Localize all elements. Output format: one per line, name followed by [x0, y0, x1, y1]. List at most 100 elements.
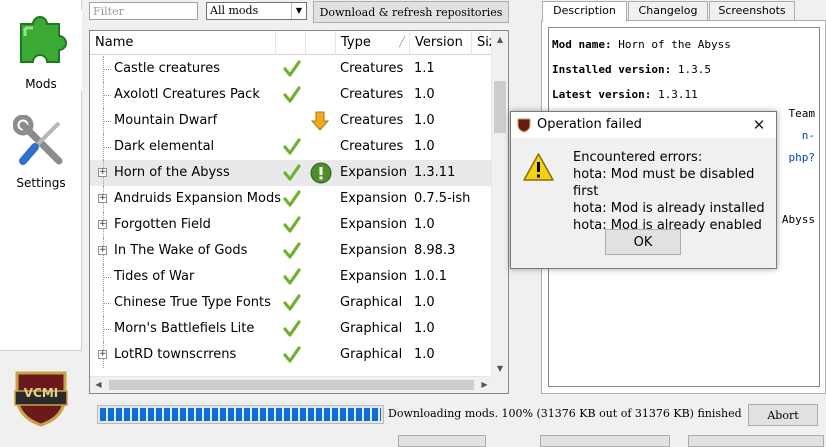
abort-button[interactable]: Abort: [748, 404, 818, 426]
mod-enabled-cell[interactable]: [282, 186, 308, 212]
mod-type: Graphical: [340, 295, 403, 310]
mod-enabled-cell[interactable]: [282, 290, 308, 316]
bottom-action-button[interactable]: [540, 435, 670, 447]
close-icon[interactable]: ✕: [748, 114, 770, 136]
table-row[interactable]: + Forgotten Field Expansion 1.0: [90, 212, 493, 238]
table-row[interactable]: + LotRD townscrrens Graphical 1.0: [90, 342, 493, 368]
column-header-type-label: Type: [341, 35, 371, 50]
mod-enabled-cell[interactable]: [282, 238, 308, 264]
scroll-up-icon[interactable]: ▲: [492, 31, 508, 48]
check-icon: [283, 164, 301, 181]
mod-enabled-cell[interactable]: [282, 316, 308, 342]
description-link-fragment[interactable]: n-: [782, 125, 815, 147]
mod-type-selected: All mods: [210, 4, 259, 17]
mod-enabled-cell[interactable]: [282, 108, 308, 134]
column-header-type[interactable]: Type ╱: [336, 31, 410, 55]
mod-status-cell: [310, 186, 336, 212]
ok-button[interactable]: OK: [605, 229, 681, 255]
scroll-left-icon[interactable]: ◀: [90, 377, 107, 393]
expand-plus-icon[interactable]: +: [98, 350, 107, 359]
mod-enabled-cell[interactable]: [282, 56, 308, 82]
vcmi-logo: VCMI: [0, 350, 82, 444]
table-row[interactable]: Dark elemental Creatures 1.0: [90, 134, 493, 160]
dialog-message-line: Encountered errors:: [573, 150, 703, 165]
column-header-enabled[interactable]: [276, 31, 306, 55]
vertical-scrollbar[interactable]: ▲ ▼: [491, 31, 508, 377]
wrench-screwdriver-icon: [12, 114, 63, 165]
mod-status-cell: [310, 82, 336, 108]
list-header: Name Type ╱ Version Siz: [90, 31, 493, 55]
mod-type-select[interactable]: All mods ▼: [206, 2, 307, 20]
logo-text: VCMI: [23, 386, 59, 400]
chevron-down-icon[interactable]: ▼: [291, 3, 306, 19]
bottom-action-button[interactable]: [398, 435, 486, 447]
filter-input[interactable]: [89, 2, 198, 20]
mod-status-cell: [310, 134, 336, 160]
mod-version: 1.3.11: [414, 165, 456, 180]
expand-plus-icon[interactable]: +: [98, 246, 107, 255]
sidebar-item-settings[interactable]: Settings: [0, 114, 82, 190]
tab-screenshots[interactable]: Screenshots: [709, 1, 795, 21]
check-icon: [283, 190, 301, 207]
check-icon: [283, 346, 301, 363]
mod-enabled-cell[interactable]: [282, 134, 308, 160]
table-row[interactable]: + Andruids Expansion Mods Expansion 0.7.5-i…: [90, 186, 493, 212]
check-icon: [283, 242, 301, 259]
mod-version: 1.0: [414, 87, 435, 102]
table-row[interactable]: Morn's Battlefiels Lite Graphical 1.0: [90, 316, 493, 342]
mod-type: Graphical: [340, 347, 403, 362]
expand-plus-icon[interactable]: +: [98, 220, 107, 229]
tab-changelog[interactable]: Changelog: [628, 1, 708, 21]
column-header-size[interactable]: Siz: [472, 31, 493, 55]
expand-plus-icon[interactable]: +: [98, 168, 107, 177]
mod-enabled-cell[interactable]: [282, 342, 308, 368]
mod-version: 1.0: [414, 295, 435, 310]
sidebar-item-mods[interactable]: Mods: [0, 10, 82, 91]
mod-list[interactable]: Name Type ╱ Version Siz Castle creatures…: [89, 30, 509, 394]
column-header-status[interactable]: [306, 31, 336, 55]
tree-guide-line: [104, 121, 111, 122]
mod-version: 0.7.5-ish: [414, 191, 471, 206]
dialog-message-line: hota: Mod is already installed: [573, 201, 765, 216]
expand-plus-icon[interactable]: +: [98, 194, 107, 203]
dialog-titlebar[interactable]: Operation failed ✕: [511, 112, 776, 138]
table-row[interactable]: Tides of War Expansion 1.0.1: [90, 264, 493, 290]
tree-guide-line: [104, 69, 111, 70]
check-icon: [283, 320, 301, 337]
mod-status-cell: [310, 290, 336, 316]
table-row[interactable]: Chinese True Type Fonts Graphical 1.0: [90, 290, 493, 316]
mod-enabled-cell[interactable]: [282, 264, 308, 290]
latest-version-value: 1.3.11: [657, 88, 698, 101]
sort-indicator-icon: ╱: [398, 37, 405, 48]
table-row[interactable]: + Horn of the Abyss Expansion 1.3.11: [90, 160, 493, 186]
mod-type: Creatures: [340, 139, 404, 154]
mod-enabled-cell[interactable]: [282, 82, 308, 108]
tab-description[interactable]: Description: [542, 1, 627, 22]
horizontal-scroll-thumb[interactable]: [109, 380, 474, 390]
table-row[interactable]: Axolotl Creatures Pack Creatures 1.0: [90, 82, 493, 108]
table-row[interactable]: + In The Wake of Gods Expansion 8.98.3: [90, 238, 493, 264]
mod-enabled-cell[interactable]: [282, 160, 308, 186]
column-header-name[interactable]: Name: [90, 31, 276, 55]
table-row[interactable]: Mountain Dwarf Creatures 1.0: [90, 108, 493, 134]
column-header-version[interactable]: Version: [410, 31, 472, 55]
operation-failed-dialog: Operation failed ✕ Encountered errors: h…: [510, 111, 777, 269]
mod-version: 1.0.1: [414, 269, 448, 284]
mod-type: Expansion: [340, 165, 407, 180]
horizontal-scrollbar[interactable]: ◀ ▶: [90, 376, 493, 393]
sidebar-item-label: Mods: [25, 77, 57, 91]
check-icon: [283, 86, 301, 103]
download-refresh-button[interactable]: Download & refresh repositories: [313, 1, 509, 23]
mod-name: Tides of War: [114, 269, 195, 284]
dialog-message: Encountered errors: hota: Mod must be di…: [573, 149, 776, 234]
description-link-fragment[interactable]: php?: [782, 147, 816, 169]
scroll-down-icon[interactable]: ▼: [492, 360, 508, 377]
mod-name: Andruids Expansion Mods: [114, 191, 282, 206]
mod-version: 1.0: [414, 113, 435, 128]
bottom-action-button[interactable]: [688, 435, 824, 447]
description-fragment: Abyss: [781, 213, 815, 226]
vertical-scroll-thumb[interactable]: [494, 81, 506, 133]
table-row[interactable]: Castle creatures Creatures 1.1: [90, 56, 493, 82]
mod-enabled-cell[interactable]: [282, 212, 308, 238]
check-icon: [283, 294, 301, 311]
